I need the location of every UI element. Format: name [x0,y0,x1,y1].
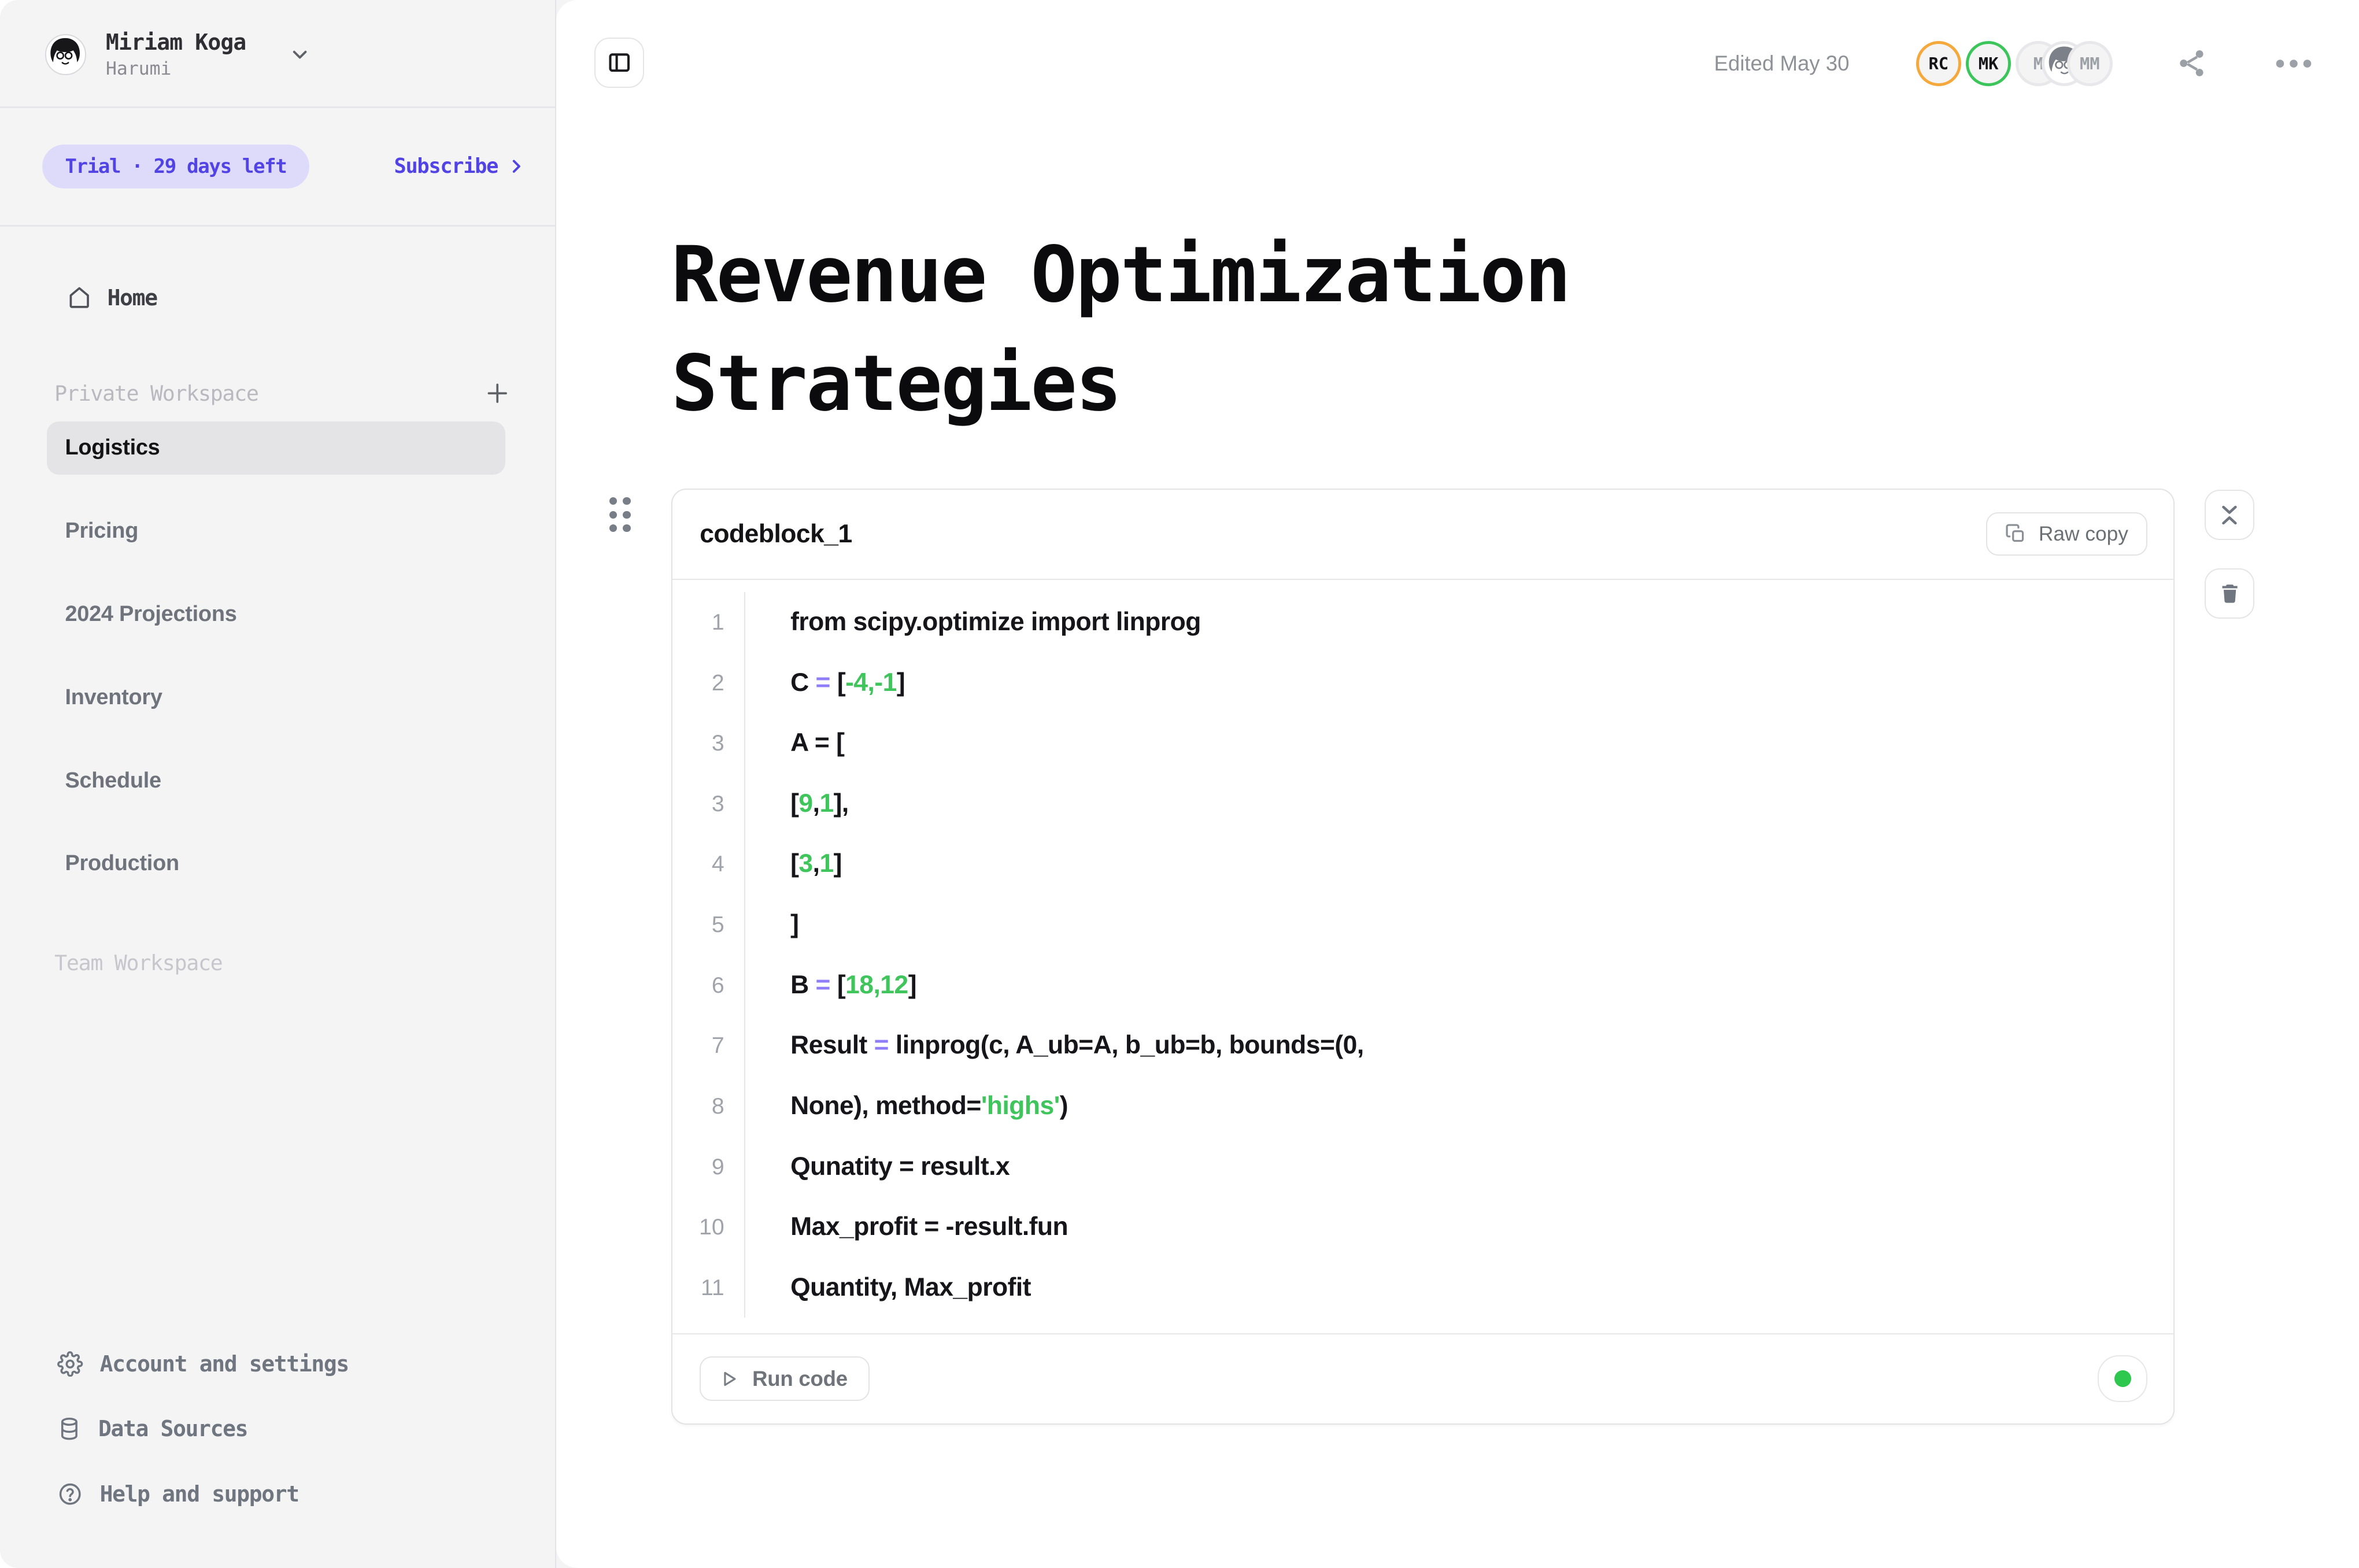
team-workspace-label: Team Workspace [54,951,222,975]
sidebar-footer: Account and settings Data Sources Help and… [0,1341,555,1568]
user-avatar [45,34,86,75]
edited-timestamp: Edited May 30 [1714,51,1849,76]
sidebar-item-data-sources[interactable]: Data Sources [57,1406,555,1451]
user-name: Miriam Koga [106,30,246,56]
private-workspace-header: Private Workspace [0,380,555,406]
private-workspace-list: Logistics Pricing 2024 Projections Inventor… [47,421,505,890]
code-line[interactable]: 3[9,1], [672,774,2173,834]
home-icon [66,284,92,310]
main-panel: Edited May 30 RCMKMMM Revenue Optimizati… [556,0,2358,1568]
gear-icon [57,1351,83,1377]
topbar-right: Edited May 30 RCMKMMM [1714,38,2319,86]
more-options-icon[interactable] [2274,56,2313,71]
chevron-right-icon [507,157,525,175]
line-number: 2 [672,653,745,713]
line-number: 9 [672,1137,745,1197]
sidebar-item-logistics[interactable]: Logistics [47,421,505,475]
avatar-rc[interactable]: RC [1916,41,1961,86]
copy-icon [2005,523,2027,545]
app-frame: Miriam Koga Harumi Trial · 29 days left … [0,0,2359,1568]
collapse-vertical-icon [2217,503,2242,527]
share-icon[interactable] [2176,47,2208,79]
code-line[interactable]: 8None), method='highs') [672,1076,2173,1137]
code-editor[interactable]: 1from scipy.optimize import linprog2C = … [672,580,2173,1333]
trial-row: Trial · 29 days left Subscribe [0,108,555,225]
block-side-controls [2205,490,2254,618]
sidebar-item-inventory[interactable]: Inventory [47,671,505,724]
help-icon [57,1481,83,1507]
line-number: 7 [672,1015,745,1076]
collaborator-avatars: RCMKMMM [1916,41,2113,86]
sidebar-item-pricing[interactable]: Pricing [47,505,505,558]
code-line[interactable]: 1from scipy.optimize import linprog [672,592,2173,653]
code-block-row: codeblock_1 Raw copy 1from scipy.optimiz… [671,489,2175,1425]
trial-badge: Trial · 29 days left [42,145,309,189]
line-number: 3 [672,774,745,834]
sidebar-item-home[interactable]: Home [0,275,555,320]
subscribe-link[interactable]: Subscribe [394,154,526,178]
play-icon [719,1369,739,1389]
avatar-mm[interactable]: MM [2067,41,2112,86]
line-number: 5 [672,894,745,955]
sidebar-item-help-and-support[interactable]: Help and support [57,1471,555,1517]
delete-block-button[interactable] [2205,568,2254,618]
line-number: 4 [672,834,745,894]
line-number: 3 [672,713,745,774]
code-line[interactable]: 11Quantity, Max_profit [672,1258,2173,1318]
home-label: Home [108,285,157,310]
raw-copy-label: Raw copy [2039,523,2128,546]
run-code-label: Run code [752,1367,848,1391]
code-line[interactable]: 7Result = linprog(c, A_ub=A, b_ub=b, bou… [672,1015,2173,1076]
avatar-mk[interactable]: MK [1966,41,2011,86]
user-menu[interactable]: Miriam Koga Harumi [0,0,555,106]
code-line[interactable]: 5] [672,894,2173,955]
sidebar-item-2024-projections[interactable]: 2024 Projections [47,588,505,641]
subscribe-label: Subscribe [394,154,498,178]
user-org: Harumi [106,58,246,79]
sidebar-item-production[interactable]: Production [47,837,505,890]
codeblock-title: codeblock_1 [700,520,852,549]
code-card-footer: Run code [672,1333,2173,1423]
code-line[interactable]: 6B = [18,12] [672,955,2173,1016]
trash-icon [2219,582,2241,605]
page-title: Revenue Optimization Strategies [671,221,1730,439]
code-card-header: codeblock_1 Raw copy [672,490,2173,579]
code-card: codeblock_1 Raw copy 1from scipy.optimiz… [671,489,2175,1425]
code-line[interactable]: 4[3,1] [672,834,2173,894]
panel-left-icon [607,50,632,75]
sidebar-toggle-button[interactable] [594,38,644,87]
database-icon [57,1416,82,1441]
run-code-button[interactable]: Run code [700,1356,870,1401]
drag-handle[interactable] [609,497,631,532]
line-number: 11 [672,1258,745,1318]
code-line[interactable]: 9Qunatity = result.x [672,1137,2173,1197]
line-number: 10 [672,1197,745,1258]
sidebar-item-account-and-settings[interactable]: Account and settings [57,1341,555,1386]
sidebar-item-schedule[interactable]: Schedule [47,754,505,807]
private-workspace-label: Private Workspace [54,381,258,406]
topbar: Edited May 30 RCMKMMM [556,0,2358,133]
code-line[interactable]: 3A = [ [672,713,2173,774]
line-number: 1 [672,592,745,653]
line-number: 6 [672,955,745,1016]
code-line[interactable]: 10Max_profit = -result.fun [672,1197,2173,1258]
sidebar: Miriam Koga Harumi Trial · 29 days left … [0,0,556,1568]
code-line[interactable]: 2C = [-4,-1] [672,653,2173,713]
add-page-button[interactable] [485,380,510,406]
line-number: 8 [672,1076,745,1137]
status-dot [2114,1370,2131,1387]
run-status-chip [2098,1355,2147,1402]
raw-copy-button[interactable]: Raw copy [1986,512,2147,556]
divider [0,225,555,227]
plus-icon [485,380,510,406]
team-workspace-header: Team Workspace [0,951,555,975]
chevron-down-icon [289,43,311,66]
collapse-block-button[interactable] [2205,490,2254,539]
